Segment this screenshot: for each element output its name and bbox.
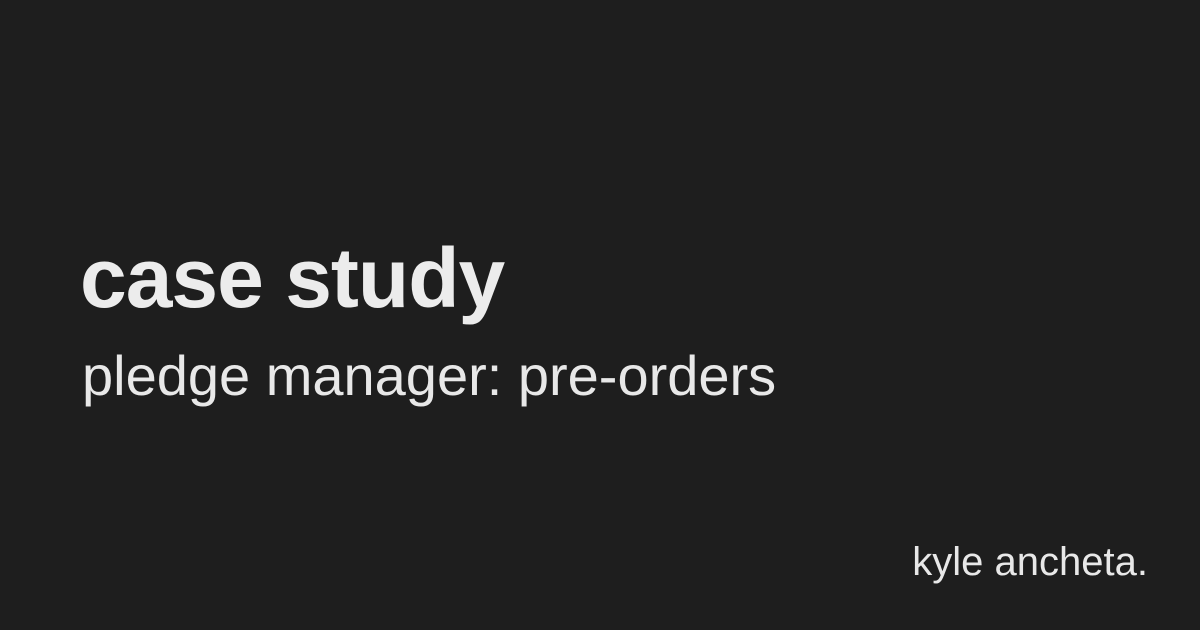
page-subtitle: pledge manager: pre-orders bbox=[82, 344, 777, 407]
page-title: case study bbox=[80, 231, 505, 325]
author-name: kyle ancheta. bbox=[912, 540, 1148, 584]
